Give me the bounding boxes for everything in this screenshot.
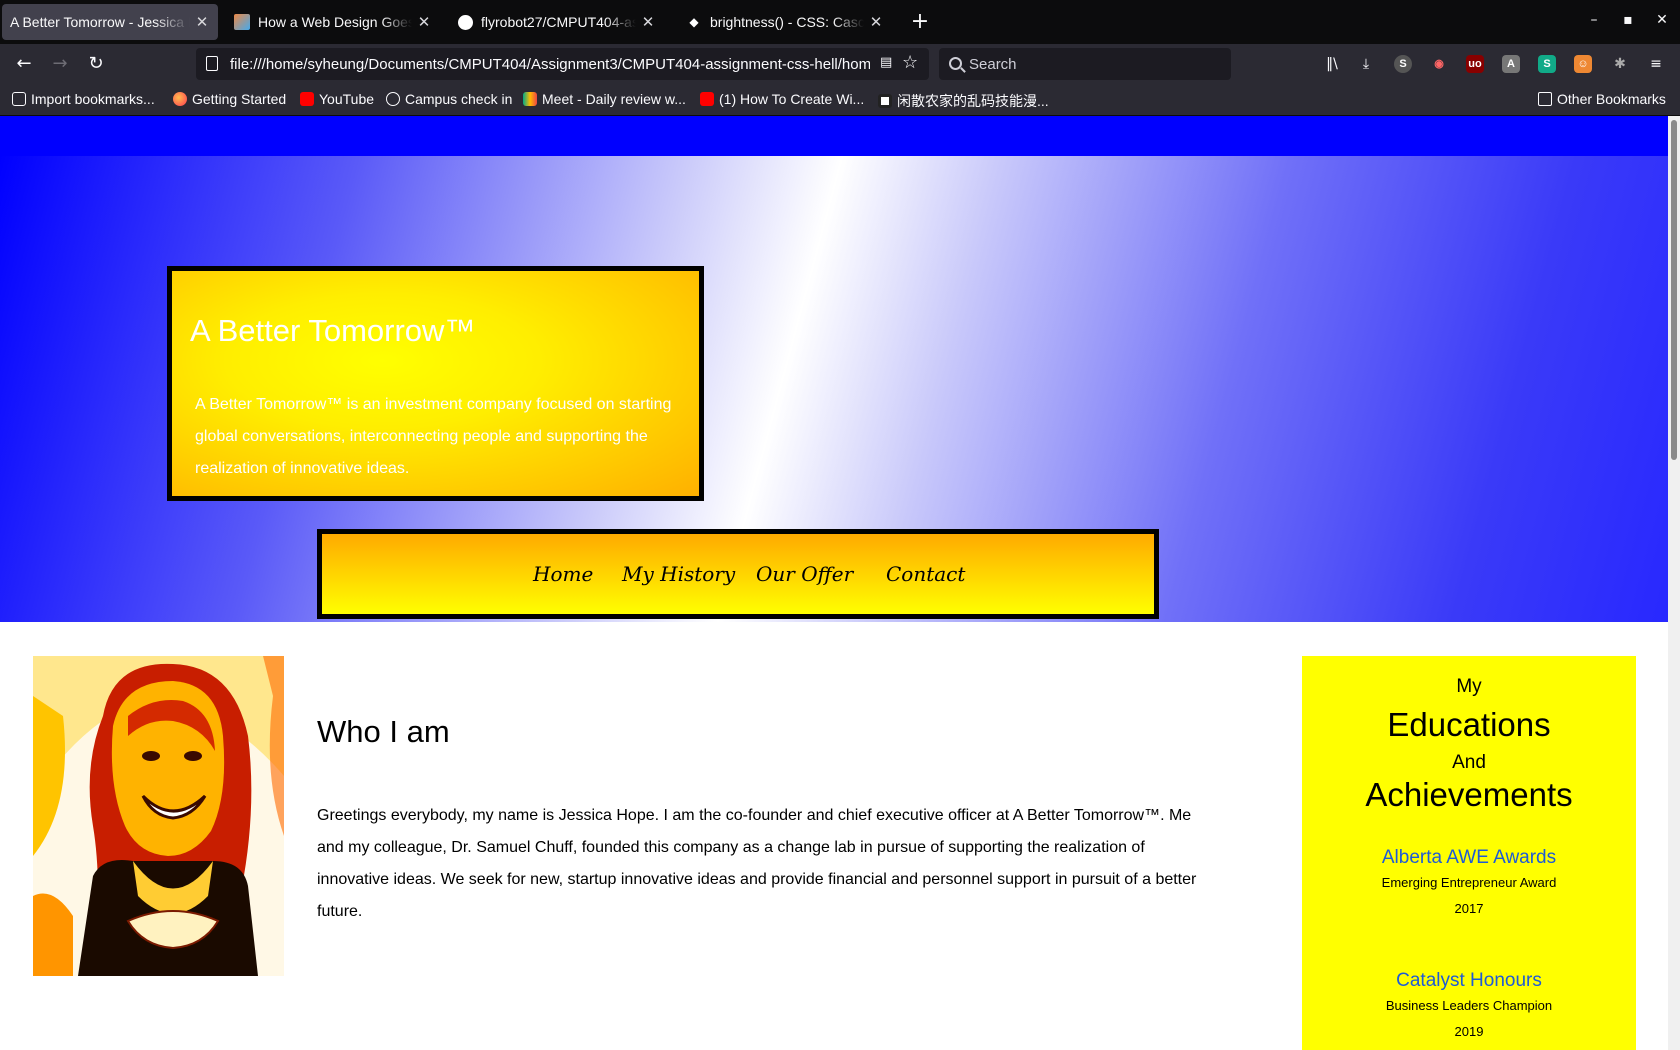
award-year: 2019 [1454, 1024, 1484, 1039]
tab-bar: A Better Tomorrow - Jessica Hope ✕ How a… [0, 0, 1680, 44]
globe-icon [386, 92, 400, 106]
awards-heading-educations: Educations [1387, 706, 1551, 743]
extension-grammar-icon[interactable]: S [1538, 55, 1556, 73]
awards-panel: My Educations And Achievements Alberta A… [1302, 656, 1636, 1050]
downloads-icon[interactable]: ⤓ [1356, 54, 1376, 74]
firefox-icon [173, 92, 187, 106]
library-icon[interactable]: ‖\ [1322, 54, 1342, 74]
menu-my-history-link[interactable]: My History [622, 562, 735, 586]
close-tab-icon[interactable]: ✕ [640, 13, 656, 31]
tab-mdn-brightness[interactable]: ◆ brightness() - CSS: Cascading Style Sh… [678, 4, 892, 40]
back-arrow-icon[interactable]: ← [10, 52, 38, 76]
who-i-am-text: Greetings everybody, my name is Jessica … [317, 807, 1197, 920]
bookmark-meet[interactable]: Meet - Daily review w... [523, 91, 686, 107]
forward-arrow-icon[interactable]: → [46, 52, 74, 76]
address-bar[interactable]: file:///home/syheung/Documents/CMPUT404/… [196, 48, 929, 80]
bookmark-youtube[interactable]: YouTube [300, 91, 374, 107]
search-bar[interactable]: Search [939, 48, 1231, 80]
folder-icon [1538, 92, 1552, 106]
meet-icon [523, 92, 537, 106]
other-bookmarks-label: Other Bookmarks [1557, 91, 1666, 107]
hero-banner: A Better Tomorrow™ A Better Tomorrow™ is… [0, 156, 1668, 622]
tab-github[interactable]: flyrobot27/CMPUT404-assignment-css-hell … [450, 4, 664, 40]
awards-heading-and: And [1452, 752, 1486, 773]
extensions-puzzle-icon[interactable]: ✱ [1610, 54, 1630, 74]
reload-icon[interactable]: ↻ [82, 52, 110, 76]
extension-s-icon[interactable]: S [1394, 55, 1412, 73]
new-tab-button[interactable]: + [908, 10, 932, 34]
close-tab-icon[interactable]: ✕ [416, 13, 432, 31]
import-icon [12, 92, 26, 106]
tab-title: brightness() - CSS: Cascading Style Shee… [710, 14, 864, 30]
close-tab-icon[interactable]: ✕ [868, 13, 884, 31]
bookmark-label: Campus check in [405, 91, 513, 107]
bilibili-icon [878, 94, 892, 108]
bookmark-label: YouTube [319, 91, 375, 107]
bookmark-label: Import bookmarks... [31, 91, 155, 107]
award-name: Alberta AWE Awards [1381, 847, 1557, 868]
ublock-icon[interactable]: uo [1466, 55, 1484, 73]
bookmark-label: Getting Started [192, 91, 287, 107]
close-window-icon[interactable]: ✕ [1652, 12, 1672, 32]
youtube-icon [700, 92, 714, 106]
menu-home-link[interactable]: Home [533, 562, 593, 586]
award-title: Business Leaders Champion [1385, 998, 1553, 1013]
tampermonkey-icon[interactable]: ☺ [1574, 55, 1592, 73]
awards-heading-achievements: Achievements [1365, 776, 1573, 813]
portrait-image [33, 656, 284, 976]
main-menu: Home My History Our Offer Contact [317, 529, 1159, 619]
page-viewport: A Better Tomorrow™ A Better Tomorrow™ is… [0, 116, 1668, 1050]
award-name: Catalyst Honours [1396, 970, 1542, 991]
bookmark-label: (1) How To Create Wi... [719, 91, 865, 107]
bookmark-label: 闲散农家的乱码技能漫... [897, 93, 1049, 109]
who-i-am-heading: Who I am [317, 714, 450, 749]
bookmark-how-to-create[interactable]: (1) How To Create Wi... [700, 91, 864, 107]
github-icon [458, 14, 473, 30]
url-text[interactable]: file:///home/syheung/Documents/CMPUT404/… [230, 56, 870, 73]
minimize-icon[interactable]: – [1584, 12, 1604, 32]
award-year: 2017 [1454, 901, 1484, 916]
bookmark-bilibili[interactable]: 闲散农家的乱码技能漫... [878, 91, 1049, 111]
bookmark-getting-started[interactable]: Getting Started [173, 91, 286, 107]
award-title: Emerging Entrepreneur Award [1381, 875, 1557, 890]
search-placeholder: Search [969, 56, 1017, 73]
page-scrollbar[interactable] [1668, 116, 1680, 1050]
close-tab-icon[interactable]: ✕ [194, 13, 210, 31]
extension-mask-icon[interactable]: ◉ [1430, 55, 1448, 73]
maximize-icon[interactable]: ▪ [1618, 12, 1638, 32]
tab-a-better-tomorrow[interactable]: A Better Tomorrow - Jessica Hope ✕ [2, 4, 218, 40]
navigation-toolbar: ← → ↻ file:///home/syheung/Documents/CMP… [0, 44, 1680, 84]
menu-contact-link[interactable]: Contact [886, 562, 965, 586]
bookmark-label: Meet - Daily review w... [542, 91, 686, 107]
menu-our-offer-link[interactable]: Our Offer [756, 562, 853, 586]
company-description: A Better Tomorrow™ is an investment comp… [195, 396, 672, 477]
tab-web-design-hell[interactable]: How a Web Design Goes Straight to Hell ✕ [226, 4, 440, 40]
tab-title: flyrobot27/CMPUT404-assignment-css-hell [481, 14, 636, 30]
scrollbar-thumb[interactable] [1671, 120, 1677, 460]
other-bookmarks-folder[interactable]: Other Bookmarks [1538, 91, 1666, 107]
company-title: A Better Tomorrow™ [190, 313, 476, 348]
top-blue-strip [0, 116, 1668, 156]
youtube-icon [300, 92, 314, 106]
page-icon [206, 56, 218, 71]
extension-translate-icon[interactable]: A [1502, 55, 1520, 73]
mdn-icon: ◆ [689, 15, 699, 29]
reader-view-icon[interactable]: ▤ [880, 55, 896, 73]
search-icon [949, 57, 962, 70]
tab-title: How a Web Design Goes Straight to Hell [258, 14, 412, 30]
tab-title: A Better Tomorrow - Jessica Hope [10, 14, 190, 30]
bookmark-star-icon[interactable]: ☆ [902, 52, 918, 73]
hamburger-menu-icon[interactable]: ≡ [1646, 54, 1666, 74]
bookmarks-toolbar: Import bookmarks... Getting Started YouT… [0, 84, 1680, 116]
intro-box: A Better Tomorrow™ A Better Tomorrow™ is… [167, 266, 704, 501]
awards-heading-my: My [1456, 676, 1482, 697]
portrait-illustration [33, 656, 284, 976]
image-favicon-icon [234, 14, 250, 30]
bookmark-campus-check-in[interactable]: Campus check in [386, 91, 512, 107]
bookmark-import[interactable]: Import bookmarks... [12, 91, 155, 107]
